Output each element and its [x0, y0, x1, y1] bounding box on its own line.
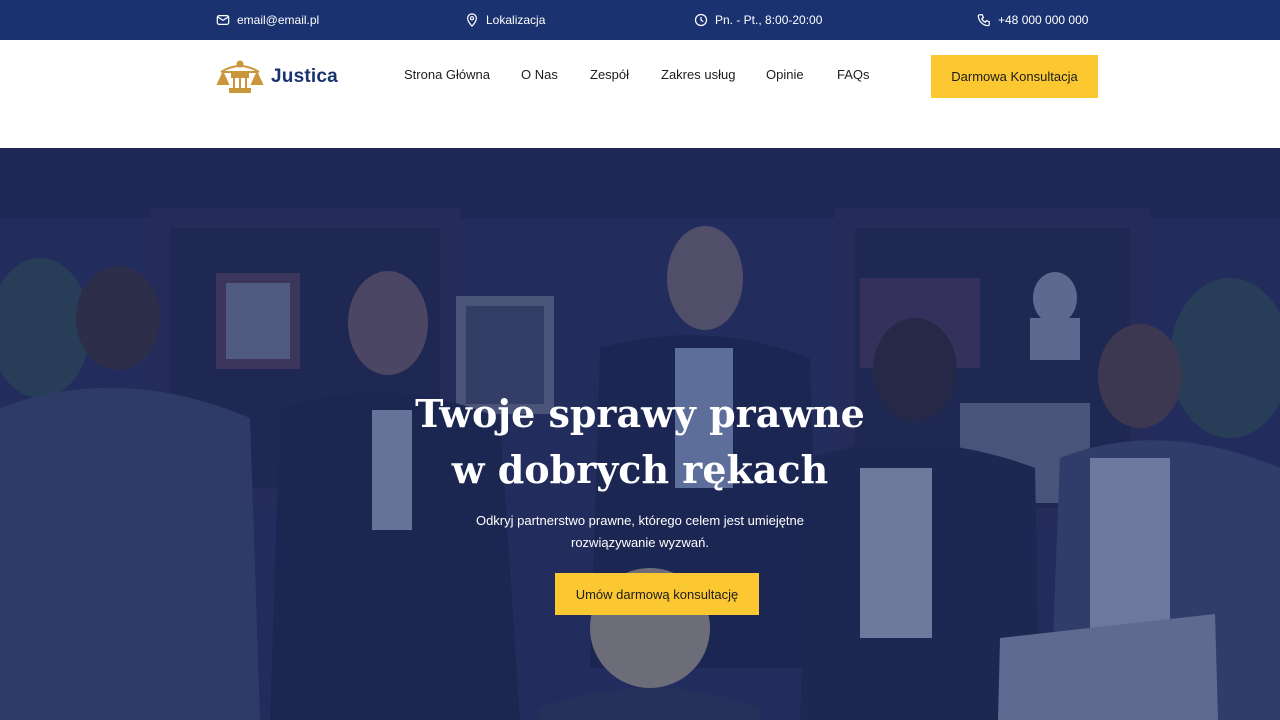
top-info-bar: email@email.pl Lokalizacja Pn. - Pt., 8:… — [0, 0, 1280, 40]
map-pin-icon — [467, 13, 477, 27]
topbar-location[interactable]: Lokalizacja — [465, 0, 545, 40]
topbar-location-text: Lokalizacja — [486, 13, 546, 27]
topbar-hours: Pn. - Pt., 8:00-20:00 — [694, 0, 822, 40]
hero-subtitle: Odkryj partnerstwo prawne, którego celem… — [440, 510, 840, 554]
topbar-email-text: email@email.pl — [237, 13, 320, 27]
clock-icon — [694, 13, 708, 27]
hero-title-line2: w dobrych rękach — [451, 447, 829, 492]
hero-title-line1: Twoje sprawy prawne — [415, 391, 865, 436]
hero-title: Twoje sprawy prawne w dobrych rękach — [340, 386, 940, 498]
nav-about[interactable]: O Nas — [521, 67, 558, 82]
book-consultation-button[interactable]: Umów darmową konsultację — [555, 573, 759, 615]
phone-icon — [977, 14, 990, 27]
nav-reviews[interactable]: Opinie — [766, 67, 804, 82]
nav-team[interactable]: Zespół — [590, 67, 629, 82]
topbar-phone[interactable]: +48 000 000 000 — [977, 0, 1088, 40]
hero-subtitle-line2: rozwiązywanie wyzwań. — [571, 535, 709, 550]
topbar-hours-text: Pn. - Pt., 8:00-20:00 — [715, 13, 823, 27]
topbar-email[interactable]: email@email.pl — [216, 0, 319, 40]
free-consultation-button[interactable]: Darmowa Konsultacja — [931, 55, 1098, 98]
main-navbar: Justica Strona Główna O Nas Zespół Zakre… — [0, 40, 1280, 113]
scales-of-justice-icon — [216, 60, 264, 93]
topbar-phone-text: +48 000 000 000 — [998, 13, 1089, 27]
nav-services[interactable]: Zakres usług — [661, 67, 735, 82]
nav-home[interactable]: Strona Główna — [404, 67, 490, 82]
hero-section: Twoje sprawy prawne w dobrych rękach Odk… — [0, 148, 1280, 720]
brand-name: Justica — [271, 66, 338, 87]
hero-subtitle-line1: Odkryj partnerstwo prawne, którego celem… — [475, 513, 805, 528]
brand-logo[interactable]: Justica — [215, 58, 338, 96]
nav-faqs[interactable]: FAQs — [837, 67, 870, 82]
mail-icon — [216, 15, 230, 25]
